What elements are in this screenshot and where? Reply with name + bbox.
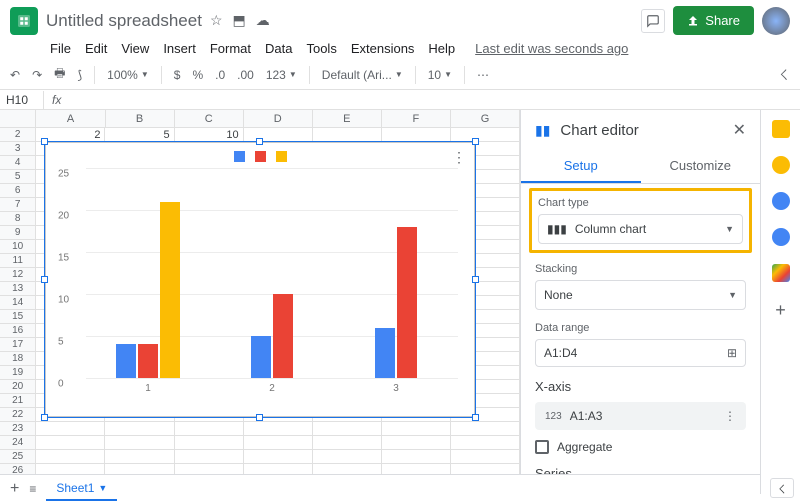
customize-tab[interactable]: Customize bbox=[641, 150, 761, 183]
chart-options-button[interactable]: ⋮ bbox=[452, 149, 466, 166]
move-icon[interactable]: ⬒ bbox=[233, 12, 246, 29]
aggregate-checkbox[interactable] bbox=[535, 440, 549, 454]
xaxis-heading: X-axis bbox=[535, 379, 746, 394]
add-addon-button[interactable]: + bbox=[775, 300, 786, 321]
explore-button[interactable]: ㄑ bbox=[770, 478, 794, 498]
chevron-down-icon: ▼ bbox=[725, 224, 734, 234]
menu-help[interactable]: Help bbox=[428, 41, 455, 56]
redo-button[interactable]: ↷ bbox=[32, 68, 42, 82]
increase-decimal-button[interactable]: .00 bbox=[237, 68, 254, 82]
keep-icon[interactable] bbox=[772, 156, 790, 174]
col-header[interactable]: A bbox=[36, 110, 105, 127]
font-select[interactable]: Default (Ari...▼ bbox=[322, 68, 403, 82]
decrease-decimal-button[interactable]: .0 bbox=[215, 68, 225, 82]
menu-format[interactable]: Format bbox=[210, 41, 251, 56]
add-sheet-button[interactable]: + bbox=[10, 480, 19, 498]
fx-icon: fx bbox=[44, 93, 69, 107]
star-icon[interactable]: ☆ bbox=[210, 12, 223, 29]
menu-bar: File Edit View Insert Format Data Tools … bbox=[0, 41, 800, 60]
sheet-tab[interactable]: Sheet1 ▼ bbox=[46, 477, 117, 501]
chart-type-highlight: Chart type ▮▮▮ Column chart ▼ bbox=[529, 188, 752, 253]
calendar-icon[interactable] bbox=[772, 120, 790, 138]
col-header[interactable]: D bbox=[244, 110, 313, 127]
aggregate-label: Aggregate bbox=[557, 440, 612, 454]
col-header[interactable]: F bbox=[382, 110, 451, 127]
paint-format-button[interactable]: ⟆ bbox=[77, 68, 82, 82]
toolbar: ↶ ↷ 🖶 ⟆ 100%▼ $ % .0 .00 123▼ Default (A… bbox=[0, 60, 800, 90]
grid-select-icon[interactable]: ⊞ bbox=[727, 346, 737, 360]
xaxis-chip[interactable]: 123 A1:A3 ⋮ bbox=[535, 402, 746, 430]
cloud-icon[interactable]: ☁ bbox=[256, 12, 270, 29]
column-chart-icon: ▮▮▮ bbox=[547, 222, 567, 236]
menu-insert[interactable]: Insert bbox=[163, 41, 196, 56]
chevron-down-icon: ▼ bbox=[728, 290, 737, 300]
close-editor-button[interactable]: ✕ bbox=[733, 120, 746, 140]
chevron-down-icon: ▼ bbox=[98, 483, 107, 493]
data-range-input[interactable]: A1:D4 ⊞ bbox=[535, 339, 746, 367]
chart-editor-icon: ▮▮ bbox=[535, 122, 550, 139]
all-sheets-button[interactable]: ≡ bbox=[29, 482, 36, 496]
chip-options-button[interactable]: ⋮ bbox=[724, 409, 736, 423]
spreadsheet-area[interactable]: A B C D E F G 22510336184567891011121314… bbox=[0, 110, 520, 494]
currency-button[interactable]: $ bbox=[174, 68, 181, 82]
chart-legend bbox=[46, 143, 474, 162]
formula-bar: H10 fx bbox=[0, 90, 800, 110]
share-button[interactable]: Share bbox=[673, 6, 754, 35]
menu-view[interactable]: View bbox=[121, 41, 149, 56]
side-panel: + bbox=[760, 110, 800, 494]
col-header[interactable]: B bbox=[106, 110, 175, 127]
chart-editor-panel: ▮▮ Chart editor ✕ Setup Customize Chart … bbox=[520, 110, 760, 494]
undo-button[interactable]: ↶ bbox=[10, 68, 20, 82]
stacking-select[interactable]: None ▼ bbox=[535, 280, 746, 310]
tasks-icon[interactable] bbox=[772, 192, 790, 210]
maps-icon[interactable] bbox=[772, 264, 790, 282]
stacking-label: Stacking bbox=[535, 263, 746, 275]
data-range-label: Data range bbox=[535, 322, 746, 334]
contacts-icon[interactable] bbox=[772, 228, 790, 246]
aggregate-checkbox-row[interactable]: Aggregate bbox=[535, 436, 746, 458]
chart-editor-title: Chart editor bbox=[560, 122, 722, 139]
menu-tools[interactable]: Tools bbox=[306, 41, 336, 56]
embedded-chart[interactable]: ⋮ 0510152025123 bbox=[45, 142, 475, 417]
number-format-select[interactable]: 123▼ bbox=[266, 68, 297, 82]
col-header[interactable]: E bbox=[313, 110, 382, 127]
menu-edit[interactable]: Edit bbox=[85, 41, 107, 56]
sheets-logo[interactable] bbox=[10, 7, 38, 35]
zoom-select[interactable]: 100%▼ bbox=[107, 68, 149, 82]
toolbar-collapse-button[interactable]: ㄑ bbox=[778, 66, 790, 83]
print-button[interactable]: 🖶 bbox=[54, 64, 65, 85]
sheet-tabs-bar: + ≡ Sheet1 ▼ bbox=[0, 474, 760, 502]
account-avatar[interactable] bbox=[762, 7, 790, 35]
percent-button[interactable]: % bbox=[192, 68, 203, 82]
chart-type-select[interactable]: ▮▮▮ Column chart ▼ bbox=[538, 214, 743, 244]
menu-file[interactable]: File bbox=[50, 41, 71, 56]
chart-type-label: Chart type bbox=[538, 197, 743, 209]
title-bar: Untitled spreadsheet ☆ ⬒ ☁ Share bbox=[0, 0, 800, 41]
last-edit-info[interactable]: Last edit was seconds ago bbox=[475, 41, 628, 56]
share-label: Share bbox=[705, 13, 740, 28]
name-box[interactable]: H10 bbox=[0, 91, 44, 109]
menu-extensions[interactable]: Extensions bbox=[351, 41, 415, 56]
setup-tab[interactable]: Setup bbox=[521, 150, 641, 183]
col-header[interactable]: G bbox=[451, 110, 520, 127]
number-icon: 123 bbox=[545, 411, 562, 422]
font-size-select[interactable]: 10▼ bbox=[428, 68, 452, 82]
more-tools-button[interactable]: ⋯ bbox=[477, 68, 489, 82]
menu-data[interactable]: Data bbox=[265, 41, 292, 56]
document-title[interactable]: Untitled spreadsheet bbox=[46, 11, 202, 31]
comments-button[interactable] bbox=[641, 9, 665, 33]
col-header[interactable]: C bbox=[175, 110, 244, 127]
